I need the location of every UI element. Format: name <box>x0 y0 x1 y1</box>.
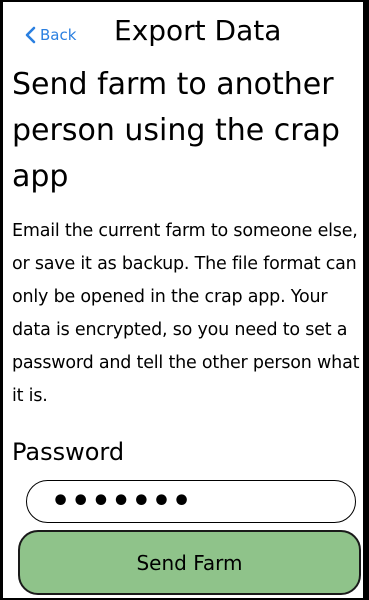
send-farm-button[interactable]: Send Farm <box>18 530 361 595</box>
password-field[interactable] <box>26 480 356 523</box>
section-heading: Send farm to another person using the cr… <box>12 67 340 194</box>
description-text: Email the current farm to someone else, … <box>12 221 360 406</box>
chevron-left-icon <box>25 26 36 44</box>
export-data-screen: Back Export Data Send farm to another pe… <box>3 2 363 598</box>
back-button[interactable]: Back <box>25 22 76 48</box>
back-label: Back <box>40 25 77 44</box>
password-label: Password <box>12 438 125 466</box>
navigation-bar: Back Export Data <box>3 2 363 60</box>
page-title: Export Data <box>114 14 282 47</box>
